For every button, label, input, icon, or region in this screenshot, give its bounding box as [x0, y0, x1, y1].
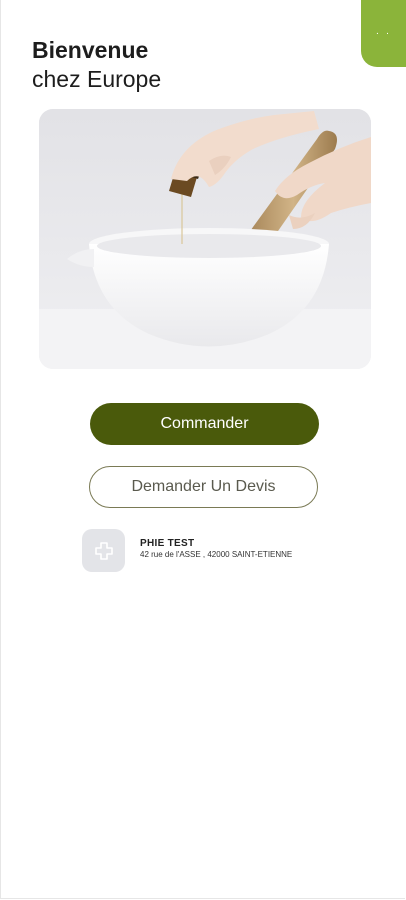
welcome-heading: Bienvenue chez Europe: [32, 36, 161, 94]
mortar-pestle-illustration: [39, 109, 371, 369]
menu-tab[interactable]: · ·: [361, 0, 406, 67]
request-quote-button[interactable]: Demander Un Devis: [89, 466, 318, 508]
pharmacy-logo: [82, 529, 125, 572]
welcome-subtitle: chez Europe: [32, 66, 162, 92]
pharmacy-card[interactable]: PHIE TEST 42 rue de l'ASSE , 42000 SAINT…: [82, 529, 292, 572]
hero-image: [39, 109, 371, 369]
welcome-title: Bienvenue: [32, 37, 149, 63]
order-button[interactable]: Commander: [90, 403, 319, 445]
pharmacy-address: 42 rue de l'ASSE , 42000 SAINT-ETIENNE: [140, 550, 293, 559]
pharmacy-name: PHIE TEST: [140, 538, 195, 549]
pharmacy-cross-icon: [94, 541, 113, 560]
menu-dots-icon: · ·: [375, 28, 392, 39]
